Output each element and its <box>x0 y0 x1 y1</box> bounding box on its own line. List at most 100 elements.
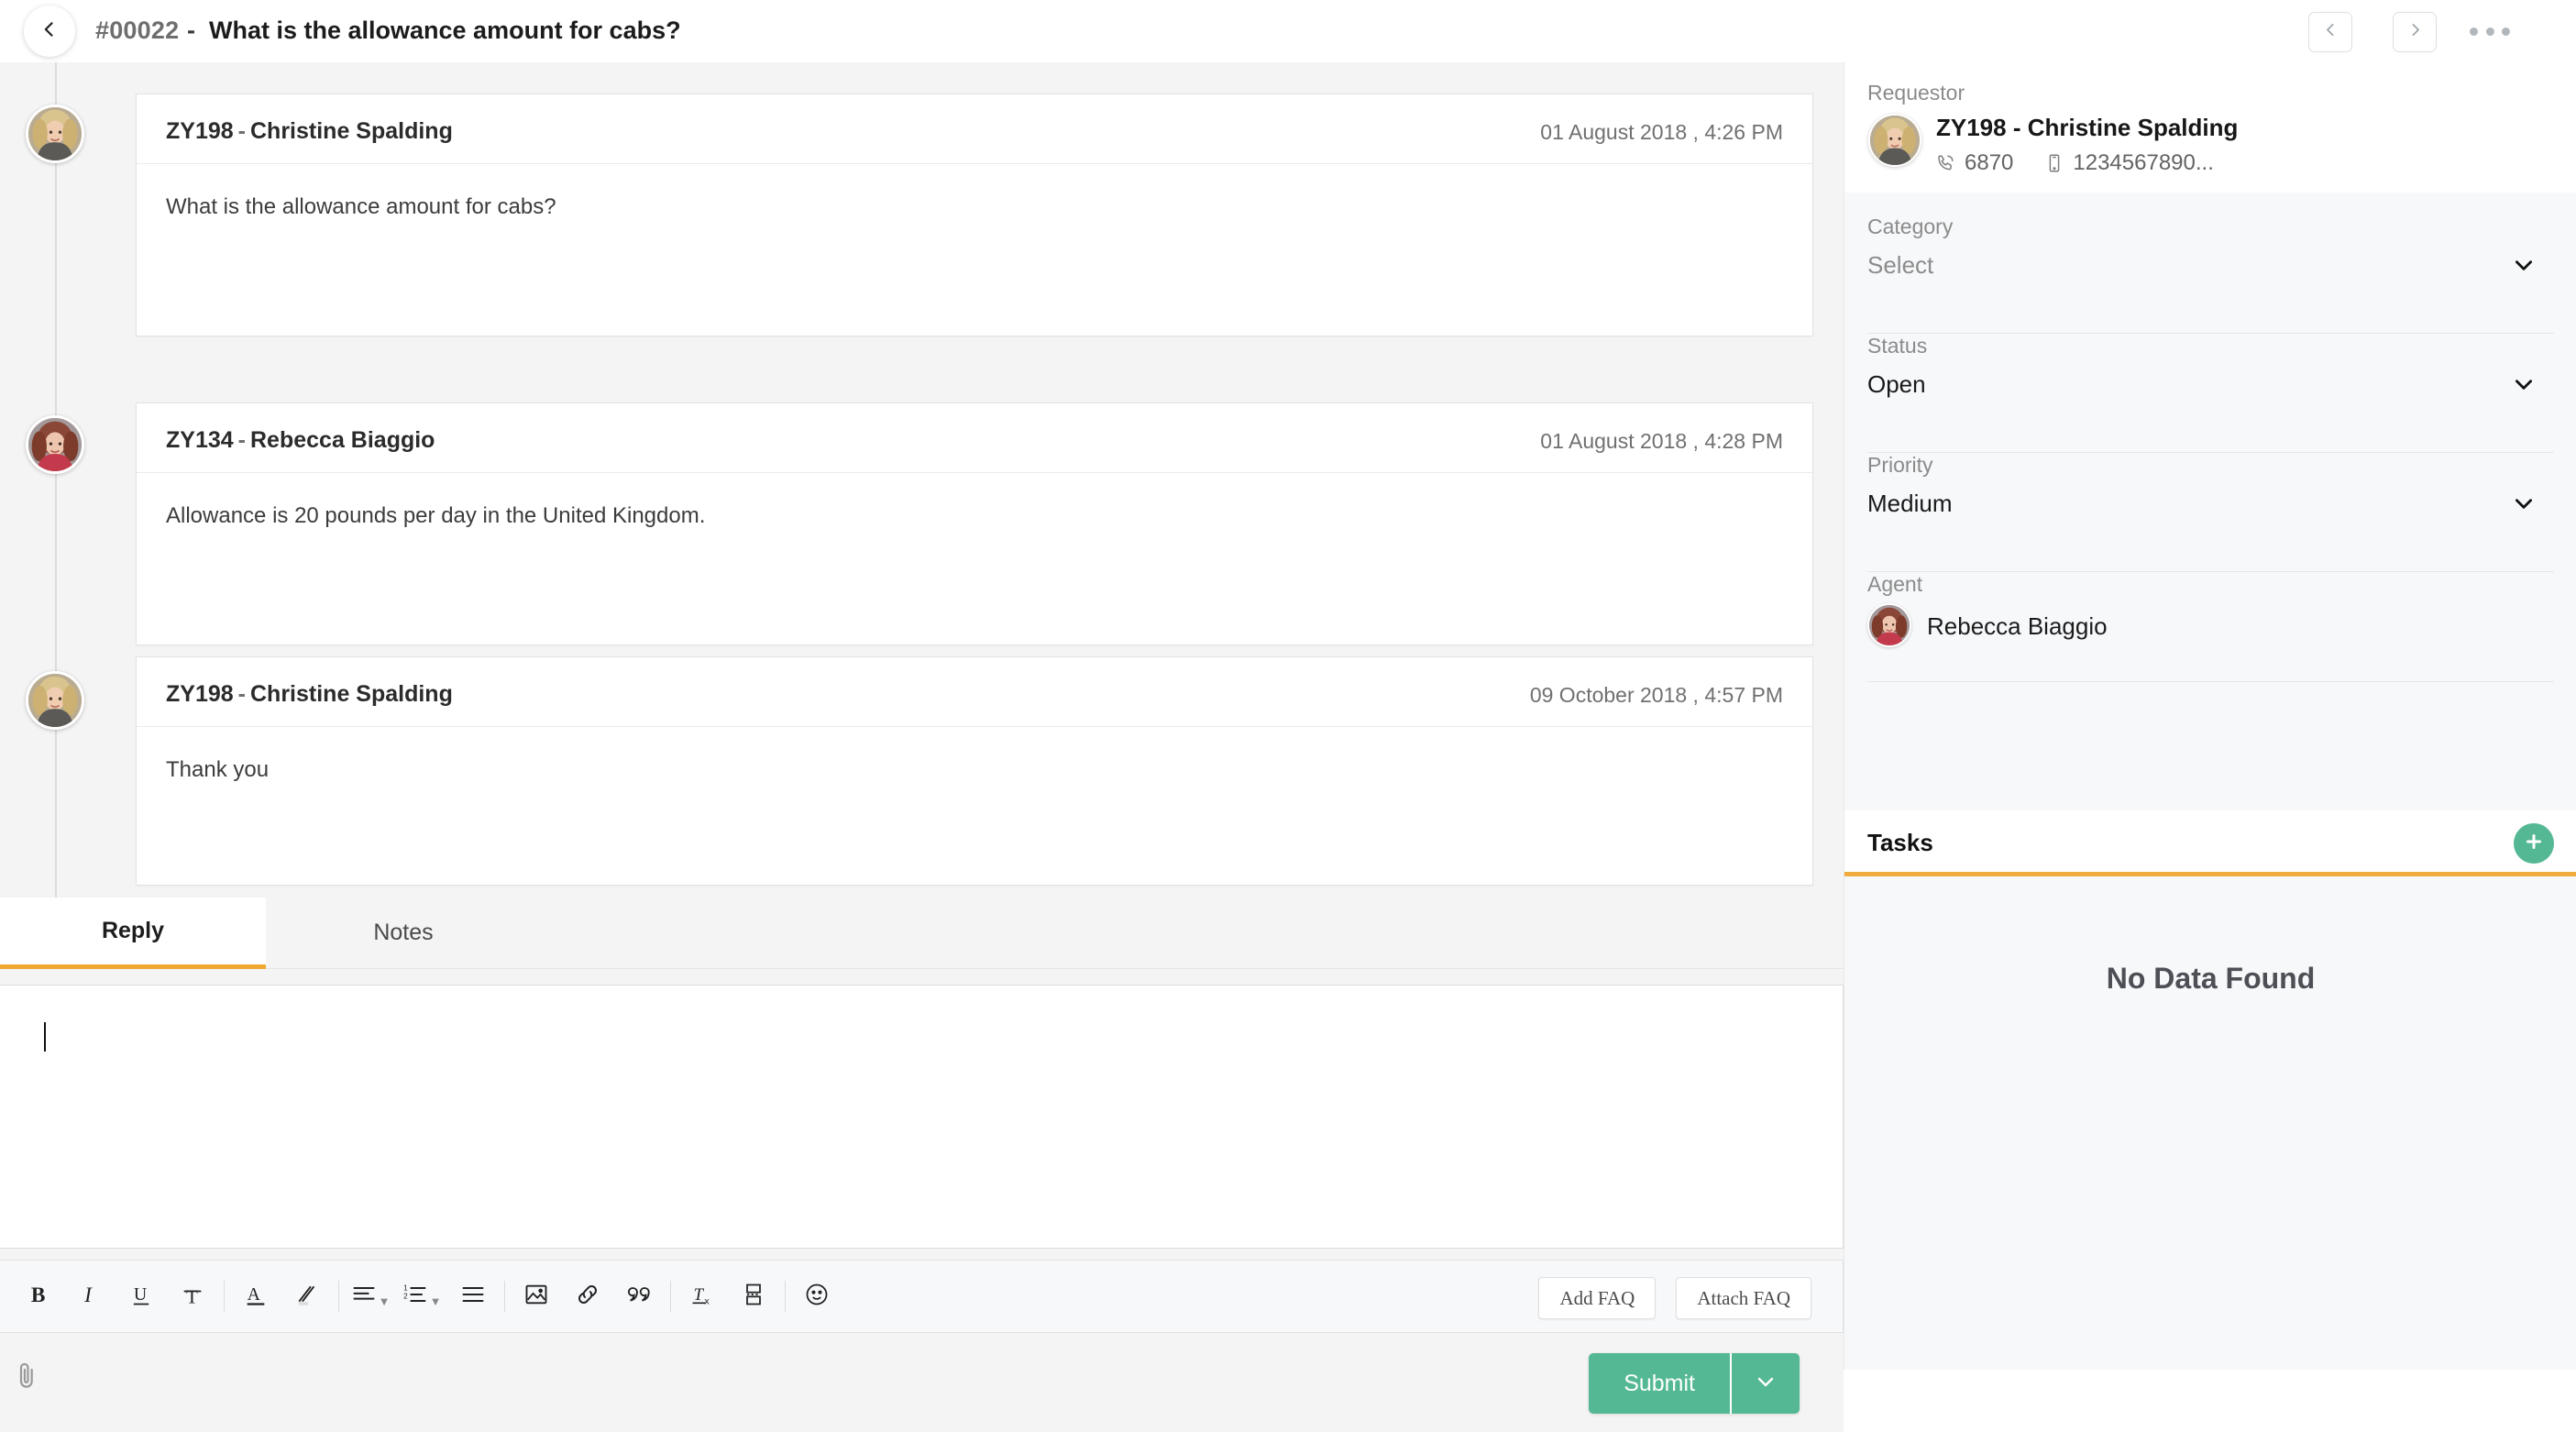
tabs-filler <box>541 898 1844 969</box>
message-header: ZY198- Christine Spalding 01 August 2018 … <box>137 94 1812 164</box>
field-status[interactable]: Status Open <box>1844 334 2576 453</box>
requestor-name[interactable]: ZY198 - Christine Spalding <box>1936 114 2238 142</box>
phone-icon <box>1936 152 1956 174</box>
insert-table-icon <box>741 1282 766 1312</box>
insert-table-button[interactable] <box>728 1260 779 1333</box>
ticket-details-sidebar: Requestor ZY198 - Christine Spalding 687… <box>1844 62 2576 1370</box>
faq-button-group: Add FAQ Attach FAQ <box>1538 1277 1811 1319</box>
toolbar-divider <box>504 1281 505 1312</box>
ellipsis-icon <box>2485 27 2494 36</box>
sender-name: Christine Spalding <box>250 118 453 144</box>
next-ticket-button[interactable] <box>2393 12 2437 52</box>
field-divider <box>1867 681 2554 682</box>
submit-options-button[interactable] <box>1732 1353 1800 1414</box>
top-bar: #00022 - What is the allowance amount fo… <box>0 0 2576 62</box>
justify-button[interactable] <box>447 1260 499 1333</box>
add-task-button[interactable] <box>2514 823 2554 864</box>
sender-code: ZY134 <box>166 427 234 453</box>
reply-input[interactable] <box>0 985 1844 1249</box>
blockquote-button[interactable] <box>613 1260 665 1333</box>
ticket-main-panel: ZY198- Christine Spalding 01 August 2018 … <box>0 62 1844 1432</box>
conversation-thread: ZY198- Christine Spalding 01 August 2018 … <box>0 62 1844 898</box>
more-options-button[interactable] <box>2470 22 2510 40</box>
ordered-list-button[interactable]: 12 ▼ <box>396 1260 447 1333</box>
sender-separator: - <box>237 681 246 707</box>
field-label: Category <box>1867 215 1954 238</box>
field-label: Agent <box>1867 572 1923 596</box>
field-category[interactable]: Category Select <box>1844 215 2576 334</box>
chevron-down-icon <box>1755 1371 1777 1397</box>
italic-icon: I <box>77 1282 103 1312</box>
requestor-section: Requestor ZY198 - Christine Spalding 687… <box>1844 62 2576 193</box>
chevron-right-icon <box>2407 22 2423 42</box>
message-header: ZY198- Christine Spalding 09 October 2018… <box>137 657 1812 727</box>
font-color-button[interactable]: A <box>230 1260 281 1333</box>
message-timestamp: 09 October 2018 , 4:57 PM <box>1529 683 1783 707</box>
field-priority[interactable]: Priority Medium <box>1844 453 2576 572</box>
message-body: What is the allowance amount for cabs? <box>166 194 556 219</box>
underline-button[interactable]: U <box>116 1260 167 1333</box>
timeline-connector <box>55 62 57 898</box>
add-faq-button[interactable]: Add FAQ <box>1538 1277 1657 1319</box>
message-sender: ZY198- Christine Spalding <box>166 681 453 708</box>
toolbar-divider <box>670 1281 671 1312</box>
requestor-phone: 6870 <box>1965 150 2014 175</box>
underline-icon: U <box>128 1282 154 1312</box>
requestor-avatar <box>1868 114 1921 167</box>
strikethrough-button[interactable]: T <box>167 1260 218 1333</box>
sender-separator: - <box>237 118 246 144</box>
tab-notes[interactable]: Notes <box>266 898 541 969</box>
tab-reply[interactable]: Reply <box>0 898 266 969</box>
composer-footer: Submit <box>0 1333 1844 1432</box>
bold-button[interactable]: B <box>13 1260 64 1333</box>
clear-format-button[interactable]: Tx <box>677 1260 728 1333</box>
field-value: Medium <box>1867 490 1953 517</box>
svg-text:2: 2 <box>403 1292 408 1300</box>
attach-file-button[interactable] <box>15 1360 40 1396</box>
editor-toolbar: B I U T A ▼ 12 ▼ T x Add FAQ Attach FAQ <box>0 1260 1844 1333</box>
sender-code: ZY198 <box>166 681 234 707</box>
attach-faq-button[interactable]: Attach FAQ <box>1676 1277 1811 1319</box>
message-timestamp: 01 August 2018 , 4:26 PM <box>1540 120 1783 144</box>
chevron-down-icon[interactable] <box>2512 491 2536 520</box>
field-agent[interactable]: Agent Rebecca Biaggio <box>1844 572 2576 682</box>
paperclip-icon <box>15 1362 40 1395</box>
previous-ticket-button[interactable] <box>2308 12 2352 52</box>
svg-text:U: U <box>134 1283 147 1304</box>
chevron-down-icon[interactable] <box>2512 253 2536 281</box>
italic-button[interactable]: I <box>64 1260 116 1333</box>
align-button[interactable]: ▼ <box>345 1260 396 1333</box>
insert-link-button[interactable] <box>562 1260 613 1333</box>
avatar <box>26 671 84 730</box>
svg-text:1: 1 <box>403 1283 408 1292</box>
chevron-left-icon <box>2323 22 2339 42</box>
message-card: ZY134- Rebecca Biaggio 01 August 2018 , 4… <box>136 402 1813 645</box>
page-title: What is the allowance amount for cabs? <box>209 17 681 44</box>
svg-text:A: A <box>248 1283 261 1304</box>
svg-text:T: T <box>186 1285 198 1307</box>
emoji-icon <box>804 1282 830 1312</box>
back-button[interactable] <box>24 6 75 57</box>
emoji-button[interactable] <box>791 1260 842 1333</box>
tasks-title: Tasks <box>1867 829 1933 856</box>
sender-separator: - <box>237 427 246 453</box>
message-body: Thank you <box>166 757 270 782</box>
tasks-header: Tasks <box>1844 810 2576 876</box>
insert-link-icon <box>575 1282 600 1312</box>
chevron-down-icon: ▼ <box>429 1294 442 1308</box>
submit-button-group: Submit <box>1589 1353 1800 1414</box>
chevron-down-icon[interactable] <box>2512 372 2536 401</box>
field-label: Status <box>1867 334 1928 358</box>
requestor-contacts: 6870 1234567890... <box>1936 150 2214 176</box>
message-sender: ZY198- Christine Spalding <box>166 118 453 145</box>
highlight-button[interactable] <box>281 1260 333 1333</box>
tasks-body: No Data Found <box>1844 881 2576 1370</box>
font-color-icon: A <box>243 1282 269 1312</box>
ordered-list-icon: 12 <box>402 1282 428 1312</box>
svg-text:T: T <box>694 1284 705 1304</box>
insert-image-button[interactable] <box>511 1260 562 1333</box>
svg-text:I: I <box>83 1283 93 1307</box>
title-separator: - <box>187 17 195 44</box>
submit-button[interactable]: Submit <box>1589 1353 1730 1414</box>
agent-name: Rebecca Biaggio <box>1927 612 2108 640</box>
